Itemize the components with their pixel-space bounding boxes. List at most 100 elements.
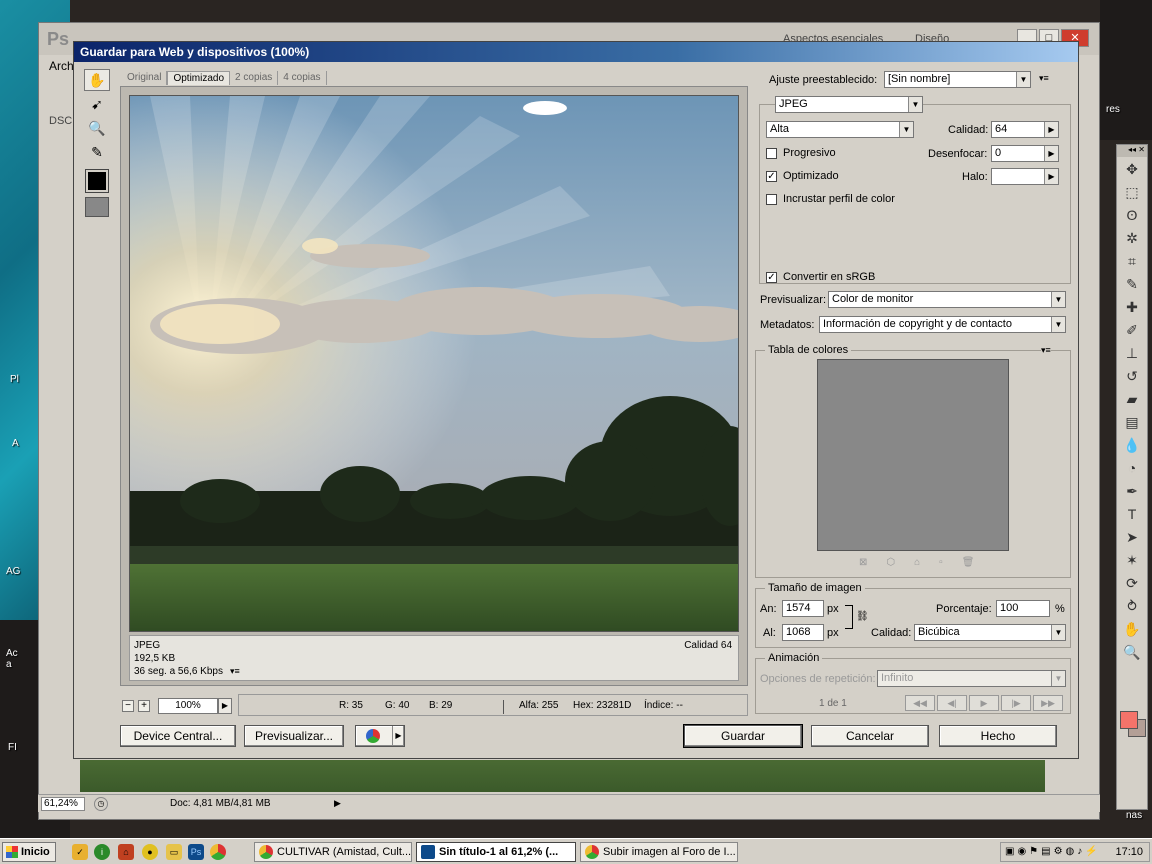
- zoom-in-button[interactable]: +: [138, 700, 150, 712]
- zoom-level-input[interactable]: 100%: [158, 698, 218, 714]
- pen-tool-icon[interactable]: ✒: [1120, 480, 1144, 502]
- width-input[interactable]: 1574: [782, 600, 824, 617]
- clock[interactable]: 17:10: [1115, 846, 1143, 858]
- color-table-menu-icon[interactable]: ▾≡: [1041, 345, 1051, 356]
- download-speed-menu-icon[interactable]: ▾≡: [230, 665, 240, 678]
- format-select[interactable]: JPEG ▼: [775, 96, 923, 113]
- delete-color-icon[interactable]: 🗑: [962, 557, 994, 568]
- path-selection-tool-icon[interactable]: ➤: [1120, 526, 1144, 548]
- matte-arrow-icon[interactable]: ▶: [1044, 169, 1058, 184]
- healing-brush-tool-icon[interactable]: ✚: [1120, 296, 1144, 318]
- 3d-rotate-tool-icon[interactable]: ⟳: [1120, 572, 1144, 594]
- device-central-button[interactable]: Device Central...: [120, 725, 236, 747]
- zoom-tool-icon[interactable]: 🔍: [1120, 641, 1144, 663]
- quicklaunch-info-icon[interactable]: i: [94, 844, 110, 860]
- taskbar-item-chrome-cultivar[interactable]: CULTIVAR (Amistad, Cult...: [254, 842, 412, 862]
- browser-preview-button[interactable]: ▶: [355, 725, 405, 747]
- quicklaunch-notepad-icon[interactable]: ✓: [72, 844, 88, 860]
- tray-icons[interactable]: ▣◉⚑▤⚙◍♪⚡: [1005, 846, 1101, 857]
- tools-panel-header[interactable]: ◂◂ ✕: [1117, 145, 1147, 157]
- quicklaunch-home-icon[interactable]: ⌂: [118, 844, 134, 860]
- zoom-dropdown-arrow-icon[interactable]: ▶: [218, 698, 232, 714]
- menu-archivo[interactable]: Arch: [49, 59, 74, 73]
- preview-button[interactable]: Previsualizar...: [244, 725, 344, 747]
- desktop-icon-label[interactable]: Pl: [10, 374, 19, 385]
- progressive-checkbox[interactable]: [766, 148, 777, 159]
- type-tool-icon[interactable]: T: [1120, 503, 1144, 525]
- zoom-tool-icon[interactable]: 🔍: [84, 117, 110, 139]
- foreground-color-swatch[interactable]: [1120, 711, 1138, 729]
- quicklaunch-photoshop-icon[interactable]: Ps: [188, 844, 204, 860]
- zoom-out-button[interactable]: −: [122, 700, 134, 712]
- hand-tool-icon[interactable]: ✋: [84, 69, 110, 91]
- status-info-icon[interactable]: ◷: [94, 797, 108, 811]
- blur-slider-arrow-icon[interactable]: ▶: [1044, 146, 1058, 161]
- desktop-icon-label[interactable]: AG: [6, 566, 20, 577]
- eyedropper-color-swatch[interactable]: [85, 169, 109, 193]
- quality-slider-arrow-icon[interactable]: ▶: [1044, 122, 1058, 137]
- gradient-tool-icon[interactable]: ▤: [1120, 411, 1144, 433]
- percent-input[interactable]: 100: [996, 600, 1050, 617]
- quicklaunch-folder-icon[interactable]: ▭: [166, 844, 182, 860]
- save-button[interactable]: Guardar: [683, 724, 803, 748]
- optimized-checkbox[interactable]: ✓: [766, 171, 777, 182]
- lasso-tool-icon[interactable]: ʘ: [1120, 204, 1144, 226]
- browser-menu-arrow-icon[interactable]: ▶: [392, 726, 404, 746]
- move-tool-icon[interactable]: ✥: [1120, 158, 1144, 180]
- slice-select-tool-icon[interactable]: ➹: [84, 93, 110, 115]
- done-button[interactable]: Hecho: [939, 725, 1057, 747]
- height-input[interactable]: 1068: [782, 624, 824, 641]
- preset-select[interactable]: [Sin nombre] ▼: [884, 71, 1031, 88]
- tab-2-up[interactable]: 2 copias: [230, 71, 279, 85]
- lock-color-icon[interactable]: ⌂: [914, 557, 939, 568]
- loop-select[interactable]: Infinito ▼: [877, 670, 1066, 687]
- new-color-icon[interactable]: ▫: [939, 557, 962, 568]
- start-button[interactable]: Inicio: [2, 842, 56, 862]
- quicklaunch-messenger-icon[interactable]: ●: [142, 844, 158, 860]
- taskbar-item-chrome-forum[interactable]: Subir imagen al Foro de I...: [580, 842, 738, 862]
- magic-wand-tool-icon[interactable]: ✲: [1120, 227, 1144, 249]
- tab-optimized[interactable]: Optimizado: [167, 71, 231, 85]
- srgb-checkbox[interactable]: ✓: [766, 272, 777, 283]
- embed-profile-checkbox[interactable]: [766, 194, 777, 205]
- marquee-tool-icon[interactable]: ⬚: [1120, 181, 1144, 203]
- blur-tool-icon[interactable]: 💧: [1120, 434, 1144, 456]
- resample-quality-select[interactable]: Bicúbica ▼: [914, 624, 1066, 641]
- brush-tool-icon[interactable]: ✐: [1120, 319, 1144, 341]
- eyedropper-tool-icon[interactable]: ✎: [1120, 273, 1144, 295]
- tab-original[interactable]: Original: [122, 71, 168, 85]
- map-transparent-icon[interactable]: ⊠: [859, 557, 886, 568]
- color-table-swatches[interactable]: [817, 359, 1009, 551]
- first-frame-button[interactable]: ◀◀: [905, 695, 935, 711]
- desktop-icon-label[interactable]: res: [1106, 104, 1120, 115]
- preview-select[interactable]: Color de monitor ▼: [828, 291, 1066, 308]
- history-brush-tool-icon[interactable]: ↺: [1120, 365, 1144, 387]
- dodge-tool-icon[interactable]: ◔: [1120, 457, 1144, 479]
- desktop-icon-label[interactable]: A: [12, 438, 19, 449]
- preset-menu-icon[interactable]: ▾≡: [1039, 73, 1049, 84]
- blur-input[interactable]: 0 ▶: [991, 145, 1059, 162]
- web-shift-icon[interactable]: ⬡: [886, 557, 914, 568]
- desktop-icon-label[interactable]: nas: [1126, 810, 1142, 821]
- status-zoom-input[interactable]: 61,24%: [41, 797, 85, 811]
- stamp-tool-icon[interactable]: ⊥: [1120, 342, 1144, 364]
- link-chain-icon[interactable]: ⛓: [856, 611, 869, 622]
- toggle-slices-icon[interactable]: [85, 197, 109, 217]
- eraser-tool-icon[interactable]: ▰: [1120, 388, 1144, 410]
- document-tab[interactable]: DSC: [49, 115, 72, 127]
- preview-image[interactable]: [129, 95, 739, 632]
- matte-select[interactable]: ▶: [991, 168, 1059, 185]
- desktop-icon-label[interactable]: Ac a: [6, 648, 18, 670]
- 3d-orbit-tool-icon[interactable]: ⥁: [1120, 595, 1144, 617]
- cancel-button[interactable]: Cancelar: [811, 725, 929, 747]
- next-frame-button[interactable]: |▶: [1001, 695, 1031, 711]
- taskbar-item-photoshop[interactable]: Sin título-1 al 61,2% (...: [416, 842, 576, 862]
- desktop-icon-label[interactable]: FI: [8, 742, 17, 753]
- tab-4-up[interactable]: 4 copias: [278, 71, 327, 85]
- shape-tool-icon[interactable]: ✶: [1120, 549, 1144, 571]
- quicklaunch-chrome-icon[interactable]: [210, 844, 226, 860]
- status-menu-arrow-icon[interactable]: ▶: [334, 798, 341, 809]
- quality-preset-select[interactable]: Alta ▼: [766, 121, 914, 138]
- metadata-select[interactable]: Información de copyright y de contacto ▼: [819, 316, 1066, 333]
- crop-tool-icon[interactable]: ⌗: [1120, 250, 1144, 272]
